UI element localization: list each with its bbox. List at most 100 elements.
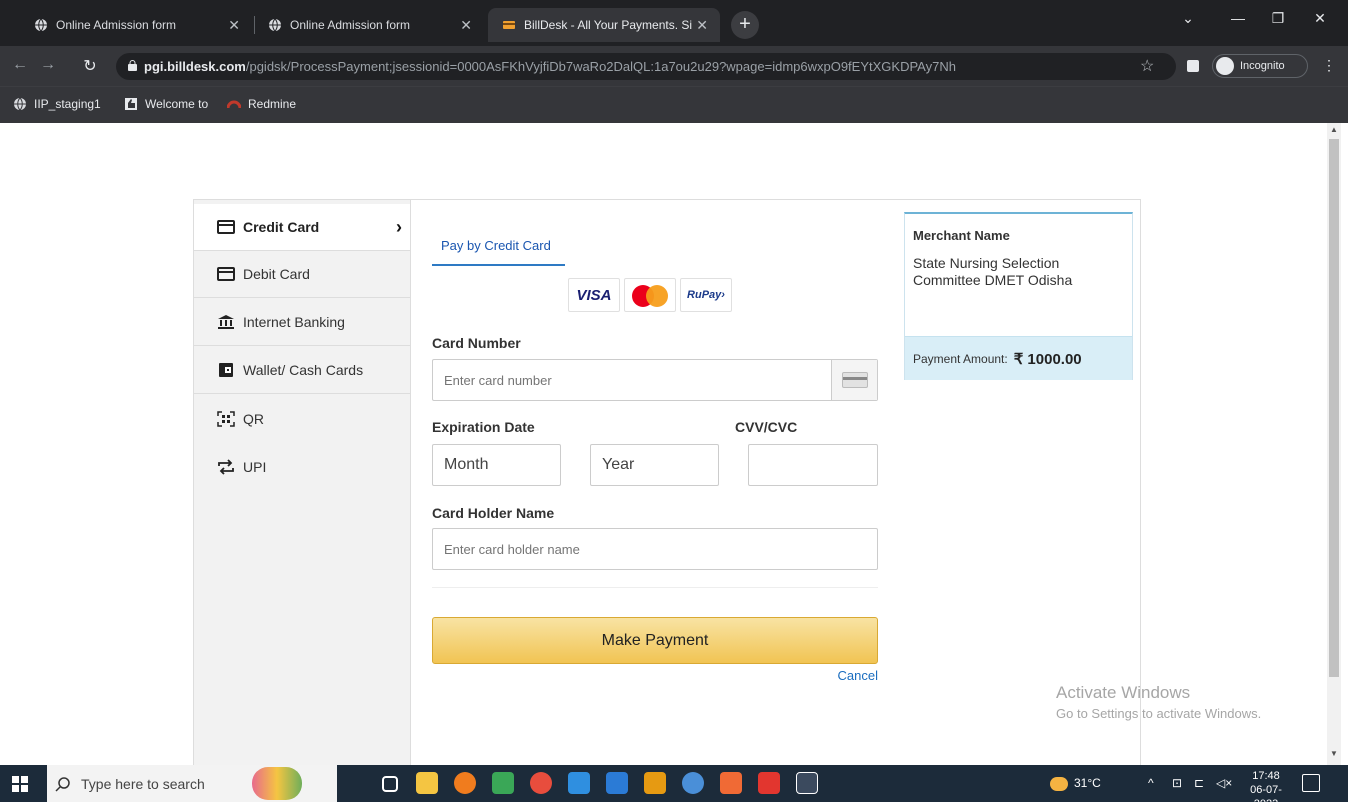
chevron-right-icon: › bbox=[396, 217, 402, 237]
billdesk-favicon-icon bbox=[503, 21, 515, 29]
debit-card-icon bbox=[217, 267, 235, 281]
close-window-icon[interactable]: ✕ bbox=[1310, 10, 1330, 27]
globe-icon bbox=[269, 18, 281, 32]
card-number-input[interactable]: Enter card number bbox=[432, 359, 878, 401]
bookmark-iip-staging1[interactable]: IIP_staging1 bbox=[13, 97, 101, 111]
kebab-menu-icon[interactable]: ⋮ bbox=[1322, 57, 1336, 74]
visa-logo: VISA bbox=[568, 278, 620, 312]
nav-item-qr[interactable]: QR bbox=[194, 395, 410, 442]
forward-icon[interactable]: → bbox=[38, 56, 58, 74]
make-payment-button[interactable]: Make Payment bbox=[432, 617, 878, 664]
minimize-icon[interactable]: — bbox=[1228, 10, 1248, 26]
credit-card-form: Pay by Credit Card VISA RuPay› Card Numb… bbox=[432, 200, 878, 765]
tab-title: Online Admission form bbox=[56, 18, 177, 32]
tray-icon[interactable]: ⊡ bbox=[1172, 776, 1182, 790]
network-icon[interactable]: ⊏ bbox=[1194, 776, 1204, 790]
browser-tab-bar: Online Admission form ✕ Online Admission… bbox=[0, 0, 1348, 46]
nav-item-internet-banking[interactable]: Internet Banking bbox=[194, 299, 410, 346]
card-number-placeholder: Enter card number bbox=[444, 372, 552, 388]
windows-start-icon[interactable] bbox=[12, 776, 28, 792]
volume-muted-icon[interactable]: ◁× bbox=[1216, 776, 1232, 790]
payment-amount-value: ₹ 1000.00 bbox=[1013, 350, 1082, 368]
globe-icon bbox=[14, 97, 26, 111]
search-icon bbox=[55, 776, 70, 792]
app-icon[interactable] bbox=[796, 772, 818, 794]
nav-item-wallet[interactable]: Wallet/ Cash Cards bbox=[194, 347, 410, 394]
side-panel-icon[interactable] bbox=[1187, 60, 1199, 72]
close-tab-icon[interactable]: ✕ bbox=[228, 17, 240, 34]
app-icon[interactable] bbox=[568, 772, 590, 794]
month-value: Month bbox=[444, 456, 489, 473]
bank-icon bbox=[218, 315, 234, 329]
bookmark-welcome[interactable]: Welcome to bbox=[124, 97, 208, 111]
year-select[interactable]: Year bbox=[590, 444, 719, 486]
incognito-badge[interactable]: Incognito bbox=[1212, 54, 1308, 78]
tab-title: BillDesk - All Your Payments. Si bbox=[524, 18, 693, 32]
bookmark-redmine[interactable]: Redmine bbox=[227, 97, 296, 111]
notifications-icon[interactable] bbox=[1302, 774, 1320, 792]
restore-icon[interactable]: ❐ bbox=[1268, 10, 1288, 27]
browser-tab-1[interactable]: Online Admission form ✕ bbox=[20, 8, 252, 42]
bookmark-star-icon[interactable]: ☆ bbox=[1140, 56, 1154, 76]
nav-item-label: Wallet/ Cash Cards bbox=[243, 362, 364, 378]
tab-search-icon[interactable]: ⌄ bbox=[1178, 10, 1198, 27]
new-tab-button[interactable]: + bbox=[731, 11, 759, 39]
payment-method-nav: Credit Card › Debit Card Internet Bankin… bbox=[194, 200, 411, 765]
nav-item-label: UPI bbox=[243, 458, 267, 475]
nav-item-debit-card[interactable]: Debit Card bbox=[194, 251, 410, 298]
clock-time: 17:48 bbox=[1252, 770, 1280, 782]
card-network-logos: VISA RuPay› bbox=[568, 278, 732, 314]
scroll-down-icon[interactable]: ▼ bbox=[1330, 749, 1338, 758]
bookmark-label: Welcome to bbox=[145, 97, 209, 111]
url-host: pgi.billdesk.com bbox=[144, 59, 246, 74]
tray-chevron-up-icon[interactable]: ^ bbox=[1148, 776, 1154, 790]
card-holder-name-input[interactable]: Enter card holder name bbox=[432, 528, 878, 570]
task-view-icon[interactable] bbox=[382, 776, 398, 792]
system-clock[interactable]: 17:48 06-07-2023 bbox=[1240, 769, 1292, 802]
redmine-icon bbox=[227, 100, 241, 109]
weather-icon bbox=[1050, 776, 1068, 791]
page-scrollbar[interactable]: ▲ ▼ bbox=[1327, 123, 1341, 765]
clock-date: 06-07-2023 bbox=[1250, 784, 1282, 802]
globe-icon bbox=[35, 18, 47, 32]
cancel-link[interactable]: Cancel bbox=[838, 668, 878, 683]
temperature: 31°C bbox=[1074, 776, 1101, 790]
close-tab-icon[interactable]: ✕ bbox=[696, 17, 708, 34]
upi-icon bbox=[218, 458, 234, 475]
app-icon[interactable] bbox=[492, 772, 514, 794]
merchant-name-value: State Nursing Selection Committee DMET O… bbox=[913, 255, 1073, 288]
close-tab-icon[interactable]: ✕ bbox=[460, 17, 472, 34]
weather-widget[interactable]: 31°C bbox=[1050, 776, 1101, 791]
app-icon[interactable] bbox=[530, 772, 552, 794]
tab-pay-by-credit-card[interactable]: Pay by Credit Card bbox=[432, 228, 565, 266]
firefox-icon[interactable] bbox=[454, 772, 476, 794]
chrome-icon[interactable] bbox=[682, 772, 704, 794]
scroll-up-icon[interactable]: ▲ bbox=[1330, 125, 1338, 134]
qr-icon bbox=[217, 410, 235, 427]
file-explorer-icon[interactable] bbox=[416, 772, 438, 794]
back-icon[interactable]: ← bbox=[10, 56, 30, 74]
browser-tab-2[interactable]: Online Admission form ✕ bbox=[254, 8, 484, 42]
anydesk-icon[interactable] bbox=[758, 772, 780, 794]
scroll-thumb[interactable] bbox=[1329, 139, 1339, 677]
nav-item-label: QR bbox=[243, 410, 264, 427]
xampp-icon[interactable] bbox=[720, 772, 742, 794]
browser-tab-3-active[interactable]: BillDesk - All Your Payments. Si ✕ bbox=[488, 8, 720, 42]
payment-panel: Credit Card › Debit Card Internet Bankin… bbox=[193, 199, 1141, 765]
address-bar[interactable]: pgi.billdesk.com/pgidsk/ProcessPayment;j… bbox=[116, 53, 1176, 80]
mastercard-logo bbox=[624, 278, 676, 312]
vscode-icon[interactable] bbox=[606, 772, 628, 794]
nav-item-credit-card[interactable]: Credit Card › bbox=[194, 204, 410, 251]
page-viewport: Credit Card › Debit Card Internet Bankin… bbox=[0, 123, 1348, 765]
month-select[interactable]: Month bbox=[432, 444, 561, 486]
sublime-icon[interactable] bbox=[644, 772, 666, 794]
taskbar-search-box[interactable]: Type here to search bbox=[47, 765, 337, 802]
activate-windows-watermark: Activate Windows Go to Settings to activ… bbox=[1056, 683, 1261, 721]
card-holder-name-label: Card Holder Name bbox=[432, 505, 555, 521]
year-value: Year bbox=[602, 456, 635, 473]
thumbs-up-icon bbox=[125, 98, 137, 110]
reload-icon[interactable]: ↻ bbox=[80, 56, 100, 76]
nav-item-label: Debit Card bbox=[243, 266, 310, 282]
cvv-input[interactable] bbox=[748, 444, 878, 486]
nav-item-upi[interactable]: UPI bbox=[194, 443, 410, 490]
